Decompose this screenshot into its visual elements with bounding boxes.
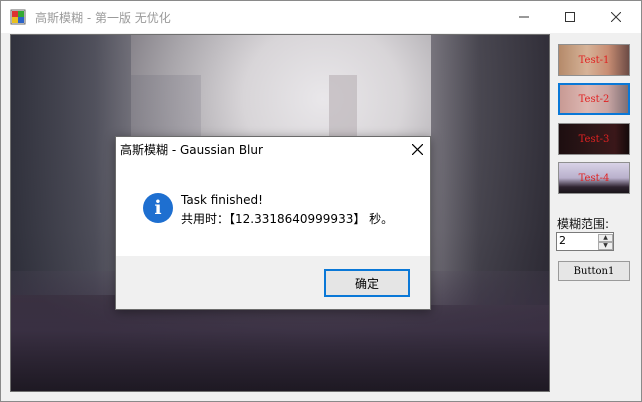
dialog-message-line1: Task finished!	[181, 193, 263, 207]
app-icon	[10, 9, 26, 25]
blur-range-label: 模糊范围:	[557, 217, 610, 231]
stepper-down-icon[interactable]: ▼	[598, 242, 613, 250]
thumbnail-label: Test-1	[578, 54, 610, 66]
maximize-icon	[565, 11, 575, 22]
button1[interactable]: Button1	[558, 261, 630, 281]
ok-button[interactable]: 确定	[324, 269, 410, 297]
dialog-message-line2: 共用时：【12.3318640999933】 秒。	[181, 212, 394, 226]
maximize-button[interactable]	[547, 1, 593, 32]
dialog-title: 高斯模糊 - Gaussian Blur	[120, 143, 263, 157]
close-icon	[411, 143, 423, 155]
title-bar[interactable]: 高斯模糊 - 第一版 无优化	[1, 1, 641, 33]
minimize-icon	[519, 16, 529, 17]
thumbnail-test-2[interactable]: Test-2	[558, 83, 630, 115]
minimize-button[interactable]	[501, 1, 547, 32]
thumbnail-label: Test-3	[578, 133, 610, 145]
stepper-up-icon[interactable]: ▲	[598, 234, 613, 242]
building-right	[431, 35, 549, 305]
close-button[interactable]	[593, 1, 639, 32]
blur-range-stepper[interactable]: 2 ▲ ▼	[556, 232, 614, 251]
thumbnail-test-1[interactable]: Test-1	[558, 44, 630, 76]
info-icon: i	[143, 193, 173, 223]
message-dialog: 高斯模糊 - Gaussian Blur i Task finished! 共用…	[115, 136, 431, 310]
building-left	[11, 35, 131, 295]
dialog-close-button[interactable]	[402, 137, 432, 161]
blur-range-value[interactable]: 2	[559, 234, 566, 247]
close-icon	[611, 11, 621, 22]
dialog-footer: 确定	[116, 256, 430, 309]
thumbnail-label: Test-2	[578, 93, 610, 105]
thumbnail-test-3[interactable]: Test-3	[558, 123, 630, 155]
thumbnail-test-4[interactable]: Test-4	[558, 162, 630, 194]
window-title: 高斯模糊 - 第一版 无优化	[35, 11, 171, 25]
thumbnail-label: Test-4	[578, 172, 610, 184]
